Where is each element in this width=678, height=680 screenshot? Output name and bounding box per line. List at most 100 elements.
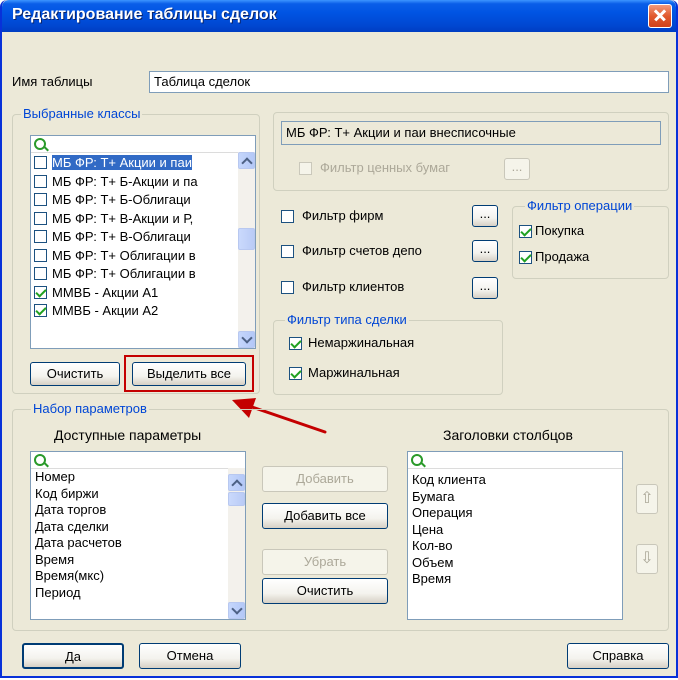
clear-classes-button[interactable]: Очистить [30,362,120,386]
scroll-thumb[interactable] [228,492,245,506]
column-item[interactable]: Цена [408,522,622,539]
add-button[interactable]: Добавить [262,466,388,492]
available-param-item[interactable]: Дата сделки [31,519,228,536]
move-down-button[interactable]: ⇩ [636,544,658,574]
available-param-item[interactable]: Время(мкс) [31,568,228,585]
firms-filter-label: Фильтр фирм [302,208,384,223]
classes-list[interactable]: МБ ФР: Т+ Акции и паи МБ ФР: Т+ Б-Акции и… [30,135,256,349]
column-item[interactable]: Бумага [408,489,622,506]
class-list-item[interactable]: ММВБ - Акции А1 [31,284,238,303]
class-list-item[interactable]: МБ ФР: Т+ В-Акции и Р, [31,210,238,229]
column-item[interactable]: Код клиента [408,472,622,489]
scroll-up-button[interactable] [228,474,245,491]
securities-filter-more-button: ... [504,158,530,180]
class-list-item[interactable]: МБ ФР: Т+ Облигации в [31,247,238,266]
move-up-button[interactable]: ⇧ [636,484,658,514]
class-checkbox[interactable] [34,304,47,317]
operation-filter-title: Фильтр операции [525,198,635,213]
buy-checkbox[interactable] [519,225,532,238]
class-list-item[interactable]: МБ ФР: Т+ Б-Облигаци [31,191,238,210]
window-title: Редактирование таблицы сделок [12,6,277,23]
class-checkbox[interactable] [34,211,47,225]
class-item-label: МБ ФР: Т+ В-Облигаци [52,229,191,244]
class-list-item[interactable]: МБ ФР: Т+ Облигации в [31,265,238,284]
cancel-button[interactable]: Отмена [139,643,241,669]
available-params-list[interactable]: Номер Код биржи Дата торгов Дата сделки Дата… [30,451,246,620]
class-list-item[interactable]: МБ ФР: Т+ В-Облигаци [31,228,238,247]
scroll-thumb[interactable] [238,228,255,250]
class-item-label: МБ ФР: Т+ Б-Акции и па [52,173,198,189]
column-item[interactable]: Операция [408,505,622,522]
clients-filter-checkbox[interactable] [281,281,294,294]
class-checkbox[interactable] [34,285,47,299]
buy-label: Покупка [535,223,585,238]
current-class-field: МБ ФР: Т+ Акции и паи внесписочные [281,121,661,145]
deal-type-filter-group [273,320,503,395]
scroll-up-button[interactable] [238,152,255,169]
parameters-title: Набор параметров [31,401,149,416]
clients-filter-more-button[interactable]: ... [472,277,498,299]
class-checkbox[interactable] [34,248,47,262]
search-icon [411,454,423,466]
params-search[interactable] [31,452,245,469]
search-icon [34,138,46,150]
securities-filter-checkbox [299,162,312,175]
scroll-down-button[interactable] [238,331,255,348]
arrow-down-icon: ⇩ [640,550,654,567]
selected-classes-title: Выбранные классы [21,106,143,121]
title-bar[interactable]: Редактирование таблицы сделок [2,0,676,32]
scroll-down-button[interactable] [228,602,245,619]
deal-type-filter-title: Фильтр типа сделки [285,312,409,327]
depo-filter-more-button[interactable]: ... [472,240,498,262]
ok-button[interactable]: Да [22,643,124,669]
class-checkbox[interactable] [34,267,47,280]
table-name-input[interactable]: Таблица сделок [149,71,669,93]
table-name-label: Имя таблицы [12,74,93,89]
highlight-box [124,355,254,392]
class-list-item[interactable]: МБ ФР: Т+ Б-Акции и па [31,173,238,192]
remove-button[interactable]: Убрать [262,549,388,575]
classes-scrollbar[interactable] [238,152,255,348]
available-param-item[interactable]: Код биржи [31,486,228,503]
class-checkbox[interactable] [34,174,47,188]
column-item[interactable]: Время [408,571,622,588]
depo-filter-checkbox[interactable] [281,245,294,258]
class-checkbox[interactable] [34,156,47,169]
operation-filter-group [512,206,669,279]
dialog-window: Редактирование таблицы сделок Имя таблиц… [0,0,678,678]
clients-filter-label: Фильтр клиентов [302,279,405,294]
columns-search[interactable] [408,452,622,469]
sell-label: Продажа [535,249,590,264]
class-checkbox[interactable] [34,193,47,206]
columns-list[interactable]: Код клиента Бумага Операция Цена Кол-во Объем… [407,451,623,620]
class-item-label: ММВБ - Акции А1 [52,284,159,300]
close-button[interactable] [648,4,672,28]
class-item-label: ММВБ - Акции А2 [52,303,159,318]
available-param-item[interactable]: Дата расчетов [31,535,228,552]
column-item[interactable]: Объем [408,555,622,572]
margin-label: Маржинальная [308,365,400,380]
available-param-item[interactable]: Период [31,585,228,602]
available-param-item[interactable]: Дата торгов [31,502,228,519]
class-item-label: МБ ФР: Т+ Акции и паи [52,155,192,170]
available-params-title: Доступные параметры [54,427,202,443]
available-param-item[interactable]: Время [31,552,228,569]
params-scrollbar[interactable] [228,468,245,619]
arrow-up-icon: ⇧ [640,490,654,507]
clear-params-button[interactable]: Очистить [262,578,388,604]
class-checkbox[interactable] [34,230,47,243]
columns-title: Заголовки столбцов [443,427,573,443]
sell-checkbox[interactable] [519,251,532,264]
margin-checkbox[interactable] [289,367,302,380]
search-icon [34,454,46,466]
firms-filter-checkbox[interactable] [281,210,294,223]
class-list-item[interactable]: МБ ФР: Т+ Акции и паи [31,154,238,173]
add-all-button[interactable]: Добавить все [262,503,388,529]
classes-search[interactable] [31,136,255,153]
help-button[interactable]: Справка [567,643,669,669]
class-list-item[interactable]: ММВБ - Акции А2 [31,302,238,321]
non-margin-checkbox[interactable] [289,337,302,350]
available-param-item[interactable]: Номер [31,469,228,486]
firms-filter-more-button[interactable]: ... [472,205,498,227]
column-item[interactable]: Кол-во [408,538,622,555]
